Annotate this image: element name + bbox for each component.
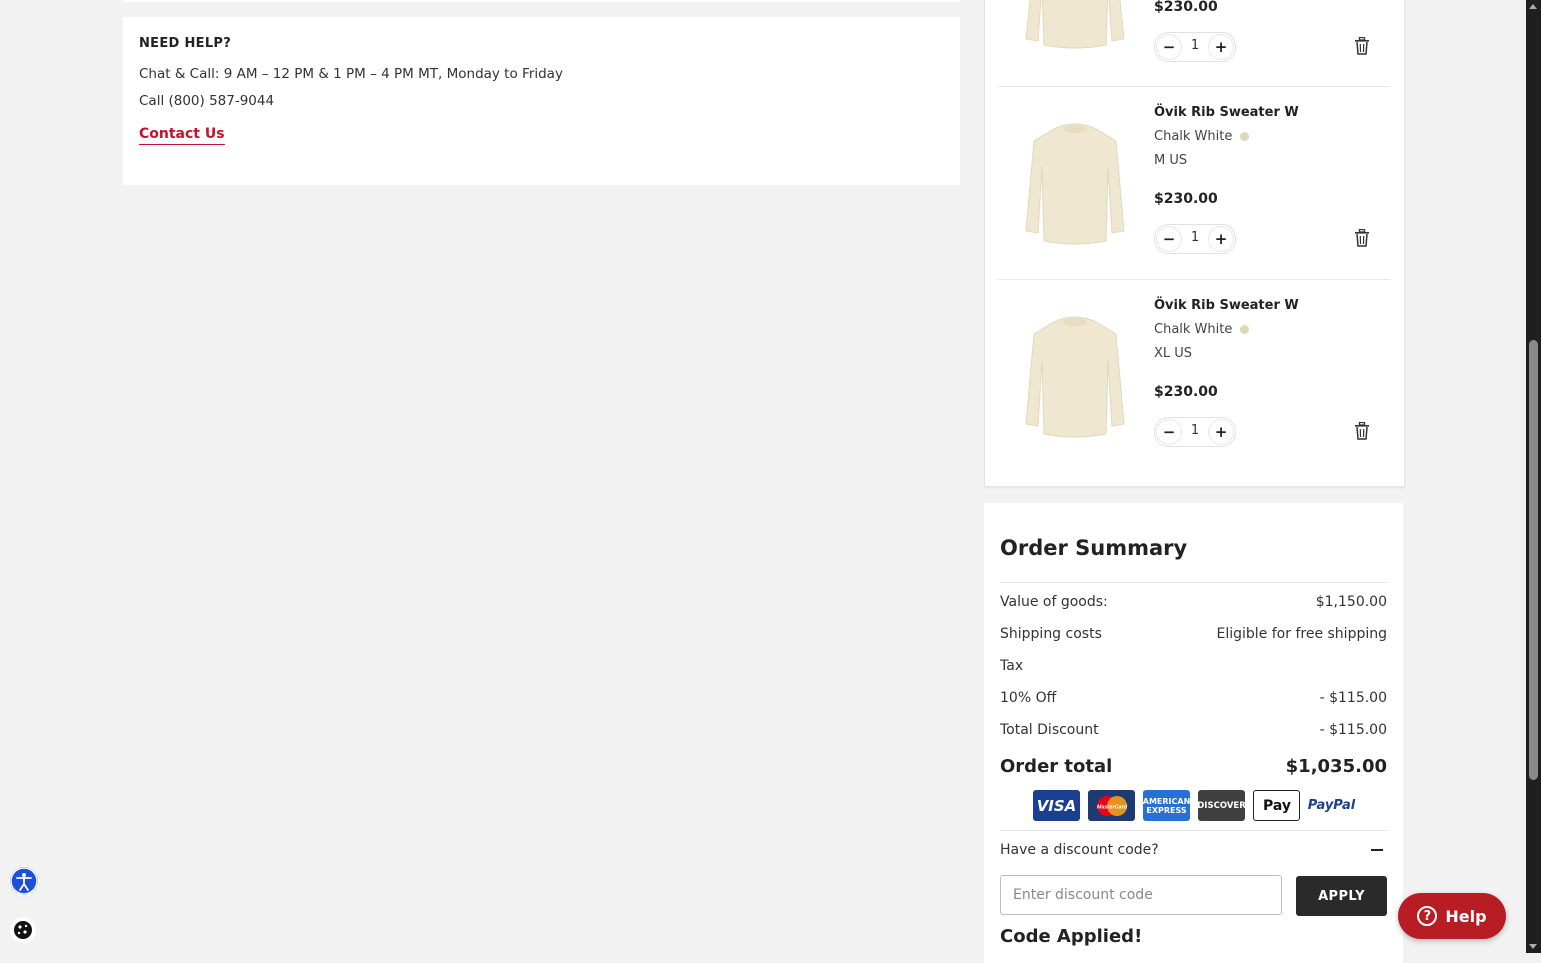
order-total-value: $1,035.00 — [1286, 756, 1387, 777]
amex-icon: AMERICAN EXPRESS — [1143, 790, 1190, 821]
discover-label: DISCOVER — [1197, 801, 1246, 811]
collapse-minus-icon[interactable] — [1371, 849, 1383, 851]
discover-icon: DISCOVER — [1198, 790, 1245, 821]
summary-label: 10% Off — [1000, 690, 1056, 706]
item-color: Chalk White — [1154, 322, 1249, 337]
contact-us-link[interactable]: Contact Us — [139, 126, 225, 145]
support-phone: Call (800) 587-9044 — [139, 93, 274, 109]
need-help-title: NEED HELP? — [139, 36, 231, 51]
accessibility-icon[interactable] — [8, 865, 40, 897]
order-summary-panel: Order Summary Value of goods: $1,150.00 … — [984, 503, 1403, 963]
order-total-label: Order total — [1000, 756, 1112, 777]
color-swatch — [1240, 132, 1249, 141]
cookie-icon[interactable] — [10, 917, 36, 943]
summary-label: Total Discount — [1000, 722, 1099, 738]
item-color: Chalk White — [1154, 129, 1249, 144]
paypal-icon: PayPal — [1308, 790, 1355, 821]
need-help-card: NEED HELP? Chat & Call: 9 AM – 12 PM & 1… — [123, 17, 960, 185]
item-color-label: Chalk White — [1154, 129, 1232, 144]
support-hours: Chat & Call: 9 AM – 12 PM & 1 PM – 4 PM … — [139, 66, 563, 82]
question-icon: ? — [1417, 906, 1437, 926]
item-price: $230.00 — [1154, 384, 1218, 400]
code-applied-message: Code Applied! — [1000, 926, 1142, 947]
previous-card-edge — [123, 0, 960, 2]
quantity-stepper: − 1 + — [1154, 32, 1236, 62]
plus-icon: + — [1215, 38, 1228, 56]
cart-item: $230.00 − 1 + — [998, 0, 1390, 87]
divider — [1000, 830, 1387, 831]
discount-code-input[interactable] — [1000, 875, 1282, 915]
product-image[interactable] — [1020, 119, 1130, 249]
scrollbar-thumb[interactable] — [1529, 340, 1538, 780]
summary-row-tax: Tax — [1000, 658, 1387, 674]
item-size: M US — [1154, 153, 1187, 168]
summary-value: $1,150.00 — [1316, 594, 1387, 610]
summary-label: Shipping costs — [1000, 626, 1102, 642]
quantity-stepper: − 1 + — [1154, 417, 1236, 447]
summary-value: - $115.00 — [1320, 690, 1387, 706]
visa-icon: VISA — [1033, 790, 1080, 821]
help-chat-label: Help — [1445, 907, 1486, 926]
trash-icon[interactable] — [1354, 37, 1370, 55]
order-total-row: Order total $1,035.00 — [1000, 756, 1387, 777]
item-price: $230.00 — [1154, 0, 1218, 15]
item-name[interactable]: Övik Rib Sweater W — [1154, 105, 1299, 120]
quantity-stepper: − 1 + — [1154, 224, 1236, 254]
summary-row-promo: 10% Off - $115.00 — [1000, 690, 1387, 706]
plus-icon: + — [1215, 230, 1228, 248]
order-summary-title: Order Summary — [1000, 536, 1187, 560]
cart-item: Övik Rib Sweater W Chalk White XL US $23… — [998, 279, 1390, 472]
cart-items-panel: $230.00 − 1 + Övik Rib Sweater W Chalk W… — [984, 0, 1405, 487]
increase-quantity-button[interactable]: + — [1209, 35, 1233, 59]
increase-quantity-button[interactable]: + — [1209, 227, 1233, 251]
help-chat-button[interactable]: ? Help — [1398, 893, 1506, 939]
summary-value: - $115.00 — [1320, 722, 1387, 738]
item-size: XL US — [1154, 346, 1192, 361]
summary-label: Tax — [1000, 658, 1023, 674]
product-image[interactable] — [1020, 312, 1130, 442]
mastercard-label: MasterCard — [1096, 804, 1127, 810]
summary-label: Value of goods: — [1000, 594, 1108, 610]
summary-row-shipping: Shipping costs Eligible for free shippin… — [1000, 626, 1387, 642]
item-color-label: Chalk White — [1154, 322, 1232, 337]
summary-row-goods: Value of goods: $1,150.00 — [1000, 594, 1387, 610]
cart-item: Övik Rib Sweater W Chalk White M US $230… — [998, 86, 1390, 279]
plus-icon: + — [1215, 423, 1228, 441]
apple-pay-icon: Pay — [1253, 790, 1300, 821]
summary-value: Eligible for free shipping — [1217, 626, 1387, 642]
mastercard-icon: MasterCard — [1088, 790, 1135, 821]
trash-icon[interactable] — [1354, 422, 1370, 440]
trash-icon[interactable] — [1354, 229, 1370, 247]
page-scrollbar[interactable] — [1526, 0, 1541, 953]
product-image[interactable] — [1020, 0, 1130, 57]
scroll-up-arrow-icon[interactable] — [1529, 4, 1537, 9]
apply-discount-button[interactable]: APPLY — [1296, 876, 1387, 916]
summary-row-total-discount: Total Discount - $115.00 — [1000, 722, 1387, 738]
color-swatch — [1240, 325, 1249, 334]
item-name[interactable]: Övik Rib Sweater W — [1154, 298, 1299, 313]
apple-pay-label: Pay — [1263, 798, 1291, 814]
increase-quantity-button[interactable]: + — [1209, 420, 1233, 444]
scroll-down-arrow-icon[interactable] — [1529, 944, 1537, 949]
divider — [1000, 582, 1387, 583]
discount-code-toggle[interactable]: Have a discount code? — [1000, 842, 1159, 858]
item-price: $230.00 — [1154, 191, 1218, 207]
